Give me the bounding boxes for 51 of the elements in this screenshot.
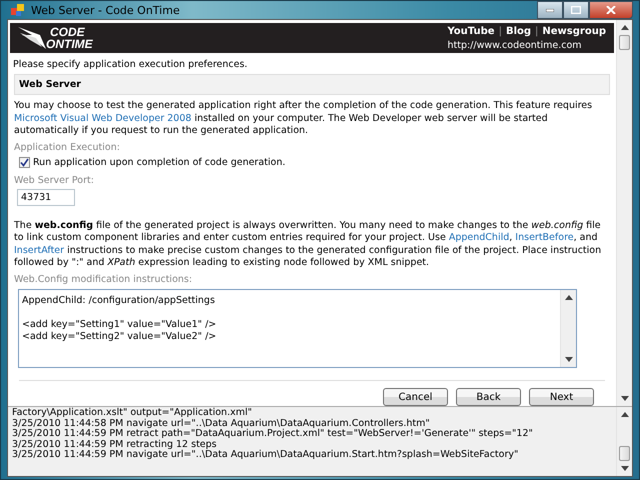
close-icon (606, 6, 616, 14)
config-text: The web.config file of the generated project is always overwritten. You many need to make changes to the web.config file to link custom component libraries and enter custom entries required for your project. Use AppendChild, InsertBefore, and InsertAfter instructions to make precise custom changes to the generated configuration file of the project. Place instruction followed by ":" and XPath expression leading to existing node followed by XML snippet. (14, 220, 602, 270)
field-label: Web Server Port: (14, 174, 95, 186)
description-text: You may choose to test the generated application right after the completion of the code generation. This feature requires Microsoft Visual Web Developer 2008 installed on your computer. The Web Developer web server will be started automatically if you request to run the generated application. (14, 100, 594, 138)
log-line: 3/25/2010 11:44:59 PM retract path="DataAquarium.Project.xml" test="WebServer!='Generate'" steps="12" (12, 429, 534, 440)
scroll-bar[interactable] (616, 407, 632, 476)
separator: | (535, 26, 538, 37)
field-label: Application Execution: (14, 142, 121, 153)
logo-text: CODE (50, 26, 86, 38)
scroll-bar[interactable] (560, 290, 576, 367)
text-link[interactable]: AppendChild (448, 232, 510, 244)
check-icon (20, 158, 29, 167)
port-field[interactable]: 43731 (17, 188, 75, 206)
scroll-up-icon[interactable] (620, 25, 628, 30)
scroll-down-icon[interactable] (564, 357, 572, 362)
separator: | (498, 26, 502, 37)
text-link[interactable]: InsertBefore (515, 232, 574, 244)
app-icon (11, 3, 25, 17)
field-label: Web.Config modification instructions: (14, 274, 194, 285)
checkbox-label: Run application upon completion of code generation. (33, 156, 286, 168)
checkbox[interactable] (19, 156, 30, 168)
window-title: Web Server - Code OnTime (31, 4, 180, 16)
log-line: 3/25/2010 11:44:59 PM navigate url="..\Data Aquarium\DataAquarium.Start.htm?splash=WebSiteFactory" (12, 450, 520, 461)
close-button[interactable] (589, 1, 633, 19)
intro-text: Please specify application execution preferences. (13, 59, 248, 70)
log-line: Factory\Application.xslt" output="Application.xml" (12, 408, 253, 418)
maximize-icon (571, 6, 581, 14)
scroll-down-icon[interactable] (620, 396, 628, 401)
logo-text: ONTIME (46, 38, 93, 50)
section-header: Web Server (14, 74, 610, 96)
scroll-thumb[interactable] (619, 35, 630, 50)
wizard-button[interactable]: Cancel (383, 388, 448, 406)
scroll-bar[interactable] (616, 20, 632, 406)
header-link[interactable]: Blog (506, 26, 532, 37)
log-line: 3/25/2010 11:44:58 PM navigate url="..\Data Aquarium\DataAquarium.Controllers.htm" (12, 418, 430, 429)
scroll-up-icon[interactable] (620, 412, 628, 417)
minimize-icon (546, 8, 554, 12)
minimize-button[interactable] (537, 1, 563, 19)
header-link[interactable]: YouTube (447, 26, 495, 37)
text-link[interactable]: InsertAfter (14, 244, 64, 256)
log-line: 3/25/2010 11:44:59 PM retracting 12 steps (12, 440, 217, 450)
wizard-button[interactable]: Next (529, 388, 594, 406)
header-link[interactable]: Newsgroup (542, 26, 606, 37)
wing-icon (18, 25, 48, 52)
scroll-thumb[interactable] (619, 446, 630, 461)
scroll-down-icon[interactable] (620, 466, 628, 471)
scroll-up-icon[interactable] (564, 294, 572, 300)
maximize-button[interactable] (563, 1, 589, 19)
wizard-button[interactable]: Back (456, 388, 521, 406)
website-link[interactable]: http://www.codeontime.com (447, 40, 582, 51)
text-link[interactable]: Microsoft Visual Web Developer 2008 (14, 112, 192, 124)
